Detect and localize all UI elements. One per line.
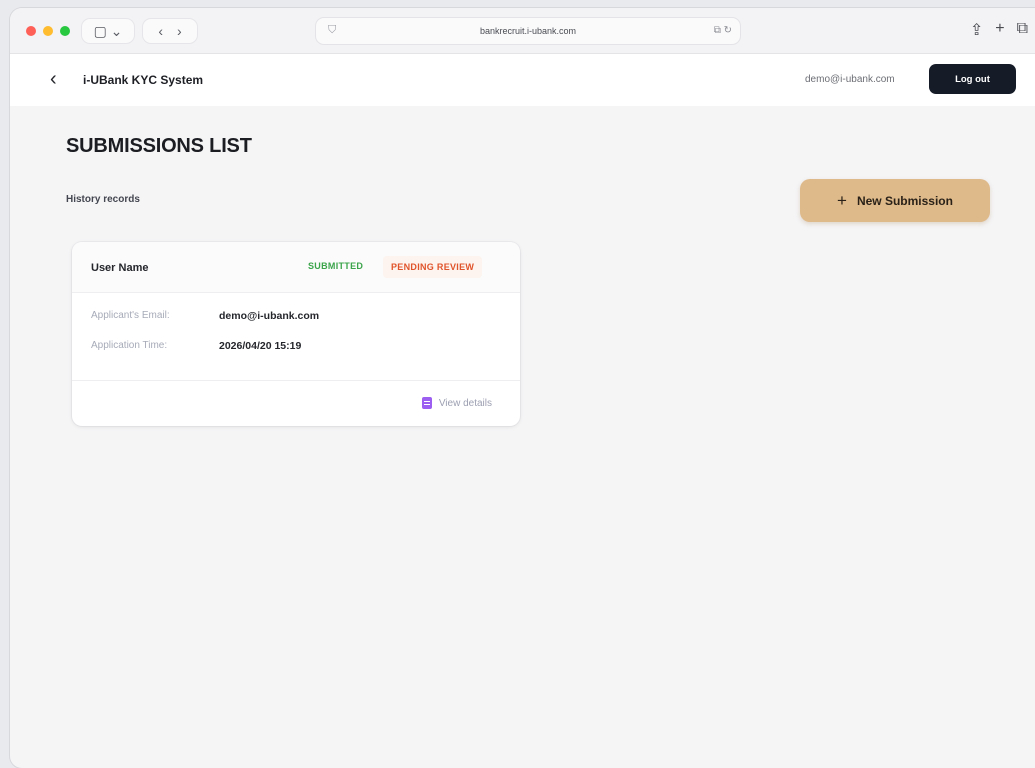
document-icon — [421, 397, 432, 409]
email-value: demo@i-ubank.com — [219, 310, 320, 322]
application-time-value: 2026/04/20 15:19 — [219, 340, 302, 352]
user-email: demo@i-ubank.com — [805, 74, 895, 85]
status-badge-submitted: SUBMITTED — [308, 261, 364, 271]
application-time-label: Application Time: — [91, 340, 168, 351]
app-header: ‹ i-UBank KYC System demo@i-ubank.com Lo… — [10, 54, 1035, 106]
translate-reload-icon[interactable]: ⧉ ↻ — [714, 25, 732, 36]
sidebar-icon: ▢ ⌄ — [93, 22, 123, 39]
card-user-name: User Name — [91, 262, 149, 274]
view-details-link[interactable]: View details — [421, 397, 492, 409]
forward-arrow-icon[interactable]: › — [177, 23, 182, 39]
zoom-window-button[interactable] — [60, 26, 70, 36]
card-header: User Name SUBMITTED PENDING REVIEW — [72, 242, 520, 293]
card-footer: View details — [72, 380, 520, 426]
status-badge-pending-review: PENDING REVIEW — [383, 256, 483, 278]
url-text: bankrecruit.i-ubank.com — [479, 26, 577, 36]
new-submission-label: New Submission — [856, 193, 953, 208]
back-chevron-icon[interactable]: ‹ — [50, 69, 57, 89]
view-details-label: View details — [438, 397, 492, 409]
new-tab-icon[interactable]: + — [995, 20, 1004, 40]
minimize-window-button[interactable] — [43, 26, 53, 36]
sidebar-toggle-button[interactable]: ▢ ⌄ — [82, 19, 134, 43]
back-arrow-icon[interactable]: ‹ — [158, 23, 163, 39]
tab-overview-icon[interactable]: ⧉ — [1017, 20, 1028, 40]
browser-window: ▢ ⌄ ‹ › ⛉ bankrecruit.i-ubank.com ⧉ ↻ ⇪ … — [10, 8, 1035, 768]
page-title: SUBMISSIONS LIST — [66, 135, 252, 157]
plus-icon: + — [837, 191, 847, 210]
email-label: Applicant's Email: — [91, 310, 170, 321]
history-nav: ‹ › — [143, 19, 197, 43]
app-title: i-UBank KYC System — [83, 73, 204, 87]
submission-card: User Name SUBMITTED PENDING REVIEW Appli… — [72, 242, 520, 426]
close-window-button[interactable] — [26, 26, 36, 36]
logout-button[interactable]: Log out — [929, 64, 1016, 94]
new-submission-button[interactable]: + New Submission — [800, 179, 990, 222]
address-bar[interactable]: ⛉ bankrecruit.i-ubank.com ⧉ ↻ — [316, 18, 740, 44]
browser-toolbar: ▢ ⌄ ‹ › ⛉ bankrecruit.i-ubank.com ⧉ ↻ ⇪ … — [10, 8, 1035, 54]
history-records-label: History records — [66, 194, 140, 205]
browser-actions: ⇪ + ⧉ — [970, 20, 1028, 40]
share-icon[interactable]: ⇪ — [970, 20, 983, 40]
